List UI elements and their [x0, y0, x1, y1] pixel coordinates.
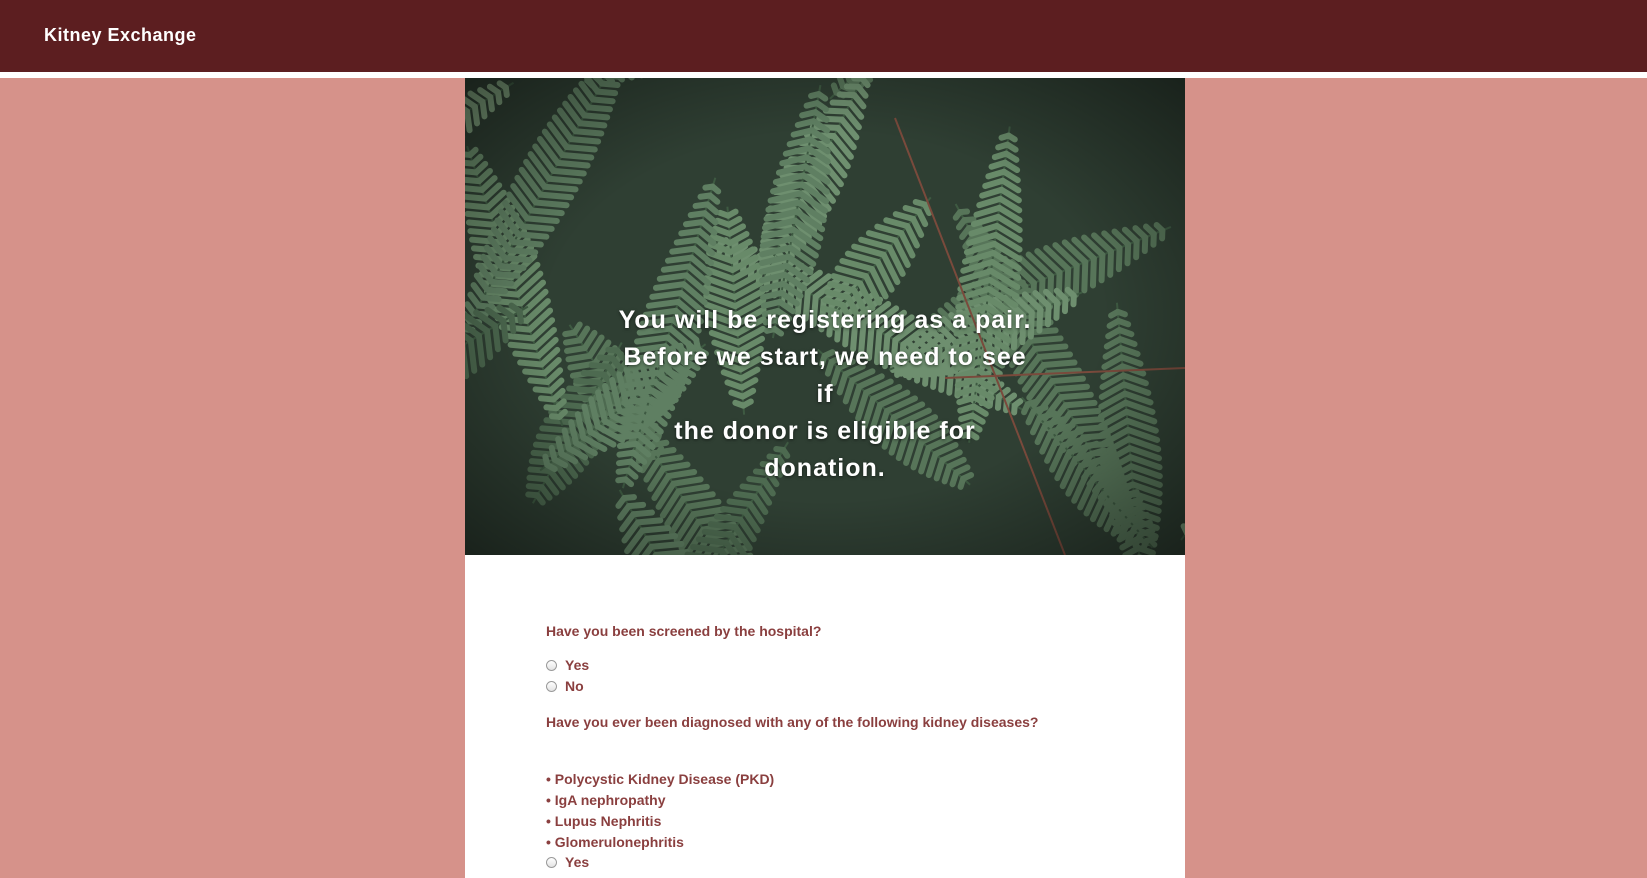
brand-link[interactable]: Kitney Exchange: [44, 25, 197, 46]
hero-line-2: Before we start, we need to see if: [615, 339, 1035, 413]
screened-yes-label: Yes: [565, 657, 589, 673]
hero-line-3: the donor is eligible for donation.: [615, 413, 1035, 487]
hero-banner: You will be registering as a pair. Befor…: [465, 78, 1185, 555]
hero-message: You will be registering as a pair. Befor…: [615, 302, 1035, 487]
screened-yes-radio[interactable]: [546, 660, 557, 671]
screened-yes-option[interactable]: Yes: [546, 656, 589, 674]
question-kidney-diseases: Have you ever been diagnosed with any of…: [546, 714, 1038, 730]
main-card: You will be registering as a pair. Befor…: [465, 78, 1185, 878]
screened-no-label: No: [565, 678, 584, 694]
disease-item-glomerulonephritis: • Glomerulonephritis: [546, 834, 684, 850]
disease-item-iga: • IgA nephropathy: [546, 792, 666, 808]
hero-line-1: You will be registering as a pair.: [615, 302, 1035, 339]
disease-yes-option[interactable]: Yes: [546, 853, 589, 871]
disease-item-pkd: • Polycystic Kidney Disease (PKD): [546, 771, 774, 787]
disease-item-lupus: • Lupus Nephritis: [546, 813, 661, 829]
disease-yes-label: Yes: [565, 854, 589, 870]
screened-no-radio[interactable]: [546, 681, 557, 692]
navbar: Kitney Exchange: [0, 0, 1647, 72]
screened-no-option[interactable]: No: [546, 677, 584, 695]
question-screened: Have you been screened by the hospital?: [546, 623, 821, 639]
disease-yes-radio[interactable]: [546, 857, 557, 868]
